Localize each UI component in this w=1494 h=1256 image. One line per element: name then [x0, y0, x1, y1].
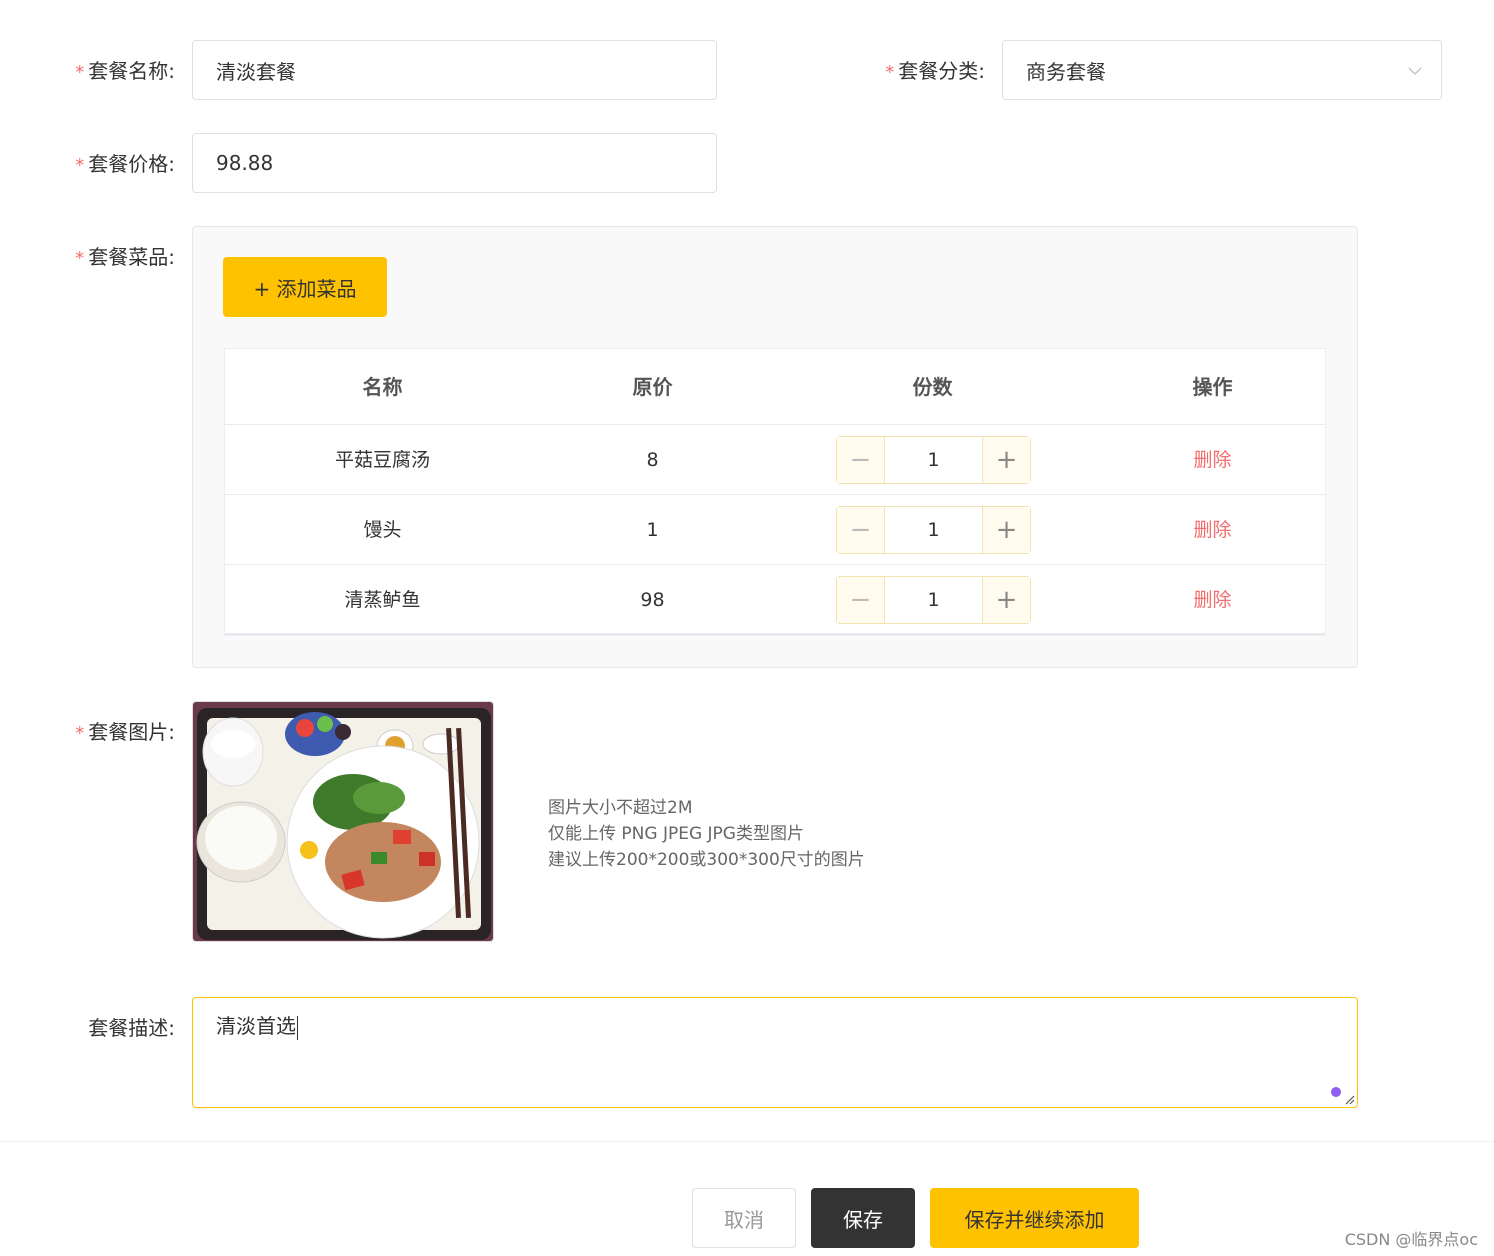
description-textarea[interactable]: 清淡首选 [192, 997, 1358, 1108]
dish-price: 98 [640, 589, 665, 611]
dish-name: 清蒸鲈鱼 [344, 589, 421, 611]
resize-handle-icon[interactable] [1343, 1093, 1355, 1105]
increment-button[interactable]: + [982, 507, 1030, 553]
decrement-button[interactable]: − [837, 577, 885, 623]
dishes-table: 名称 原价 份数 操作 平菇豆腐汤 8 − 1 + 删除 馒头 1 − 1 + … [224, 348, 1326, 636]
quantity-input[interactable]: 1 [885, 437, 982, 483]
quantity-stepper: − 1 + [836, 576, 1031, 624]
column-header-action: 操作 [1192, 375, 1233, 399]
meal-photo [193, 702, 493, 941]
delete-link[interactable]: 删除 [1100, 425, 1325, 495]
price-input[interactable]: 98.88 [192, 133, 717, 193]
table-header: 名称 原价 份数 操作 [225, 349, 1325, 425]
watermark: CSDN @临界点oc [1344, 1230, 1478, 1249]
column-header-qty: 份数 [912, 375, 953, 399]
dish-price: 1 [646, 519, 659, 541]
chevron-down-icon [1408, 67, 1422, 76]
dish-name: 馒头 [363, 519, 402, 541]
table-row: 清蒸鲈鱼 98 − 1 + 删除 [225, 565, 1325, 635]
meal-image-upload[interactable] [192, 701, 494, 942]
delete-link[interactable]: 删除 [1100, 565, 1325, 635]
decrement-button[interactable]: − [837, 507, 885, 553]
quantity-stepper: − 1 + [836, 436, 1031, 484]
save-and-continue-button[interactable]: 保存并继续添加 [930, 1188, 1139, 1248]
dishes-panel: + 添加菜品 名称 原价 份数 操作 平菇豆腐汤 8 − 1 + 删除 馒头 1… [192, 226, 1358, 668]
dish-price: 8 [646, 449, 659, 471]
table-row: 平菇豆腐汤 8 − 1 + 删除 [225, 425, 1325, 495]
name-input[interactable]: 清淡套餐 [192, 40, 717, 100]
column-header-name: 名称 [362, 375, 403, 399]
increment-button[interactable]: + [982, 437, 1030, 483]
assistant-dot-icon [1331, 1087, 1341, 1097]
dishes-label: * 套餐菜品: [75, 245, 175, 269]
decrement-button[interactable]: − [837, 437, 885, 483]
delete-link[interactable]: 删除 [1100, 495, 1325, 565]
add-dish-button[interactable]: + 添加菜品 [223, 257, 387, 317]
category-label: * 套餐分类: [885, 59, 985, 83]
upload-hints: 图片大小不超过2M 仅能上传 PNG JPEG JPG类型图片 建议上传200*… [548, 798, 865, 870]
table-row: 馒头 1 − 1 + 删除 [225, 495, 1325, 565]
cancel-button[interactable]: 取消 [692, 1188, 796, 1248]
dish-name: 平菇豆腐汤 [334, 449, 430, 471]
category-select[interactable]: 商务套餐 [1002, 40, 1442, 100]
save-button[interactable]: 保存 [811, 1188, 915, 1248]
footer-divider [0, 1141, 1494, 1142]
column-header-price: 原价 [632, 375, 673, 399]
increment-button[interactable]: + [982, 577, 1030, 623]
description-label: 套餐描述: [88, 1016, 175, 1040]
quantity-input[interactable]: 1 [885, 577, 982, 623]
text-caret [297, 1015, 298, 1040]
name-label: * 套餐名称: [75, 59, 175, 83]
image-label: * 套餐图片: [75, 720, 175, 744]
quantity-input[interactable]: 1 [885, 507, 982, 553]
price-label: * 套餐价格: [75, 152, 175, 176]
quantity-stepper: − 1 + [836, 506, 1031, 554]
